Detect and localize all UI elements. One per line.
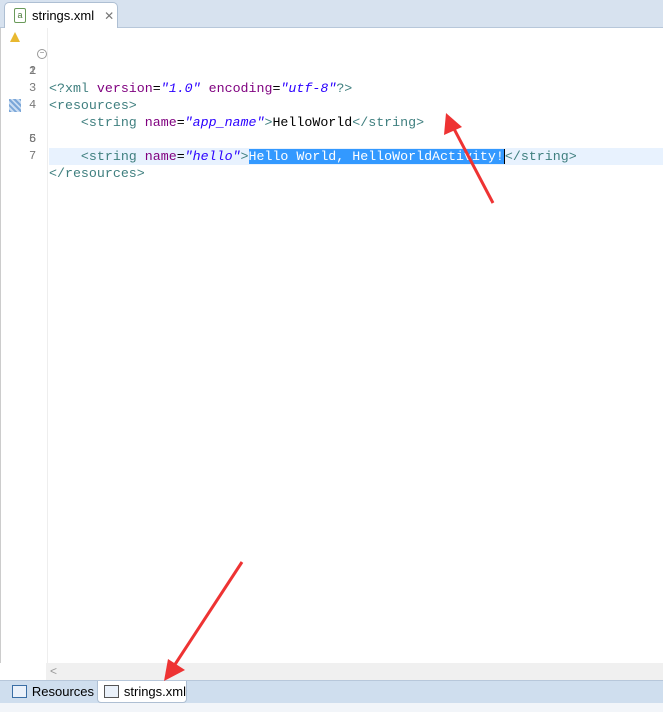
close-tag: </string> (503, 149, 577, 164)
tab-strings-xml[interactable]: a strings.xml ✕ (4, 2, 118, 28)
selected-text[interactable]: Hello World, HelloWorldActivity! (248, 149, 504, 164)
tag: > (240, 149, 249, 164)
resources-close-tag: </resources> (49, 166, 145, 181)
editor-page-tabs: Resources strings.xml (0, 680, 663, 703)
code-line: 2 − <resources> (1, 46, 663, 113)
tab-label: Resources (31, 684, 94, 699)
xml-editor[interactable]: 1 <?xml version="1.0" encoding="utf-8"?>… (0, 28, 663, 663)
code-line-current: 5 <string name="hello">Hello World, Hell… (1, 97, 663, 165)
tab-label: strings.xml (123, 684, 186, 699)
code-line: 7 </resources> (1, 131, 663, 181)
editor-tab-bar: a strings.xml ✕ (0, 0, 663, 28)
code-line: 6 (1, 114, 663, 146)
tab-title: strings.xml (32, 8, 95, 23)
code-line: 3 (1, 63, 663, 95)
code-line: 1 <?xml version="1.0" encoding="utf-8"?> (1, 29, 663, 96)
tab-resources[interactable]: Resources (6, 681, 94, 702)
xml-source-icon (104, 685, 119, 698)
tag: <string (49, 149, 145, 164)
code-line: 4 <string name="app_name">HelloWorld</st… (1, 80, 663, 130)
close-icon[interactable]: ✕ (104, 9, 114, 23)
occurrence-marker-icon (9, 99, 21, 112)
tab-strings-xml-source[interactable]: strings.xml (97, 681, 187, 703)
resources-icon (12, 685, 27, 698)
warning-icon (10, 32, 20, 42)
status-strip (0, 703, 663, 712)
attr: name (144, 149, 177, 164)
attr-value: "hello" (184, 149, 241, 164)
fold-collapse-icon[interactable]: − (37, 49, 47, 59)
horizontal-scrollbar[interactable]: < (46, 663, 663, 680)
xml-file-icon: a (14, 8, 26, 23)
line-number: 7 (29, 149, 37, 163)
scroll-left-icon[interactable]: < (50, 664, 57, 678)
eq: = (176, 149, 185, 164)
